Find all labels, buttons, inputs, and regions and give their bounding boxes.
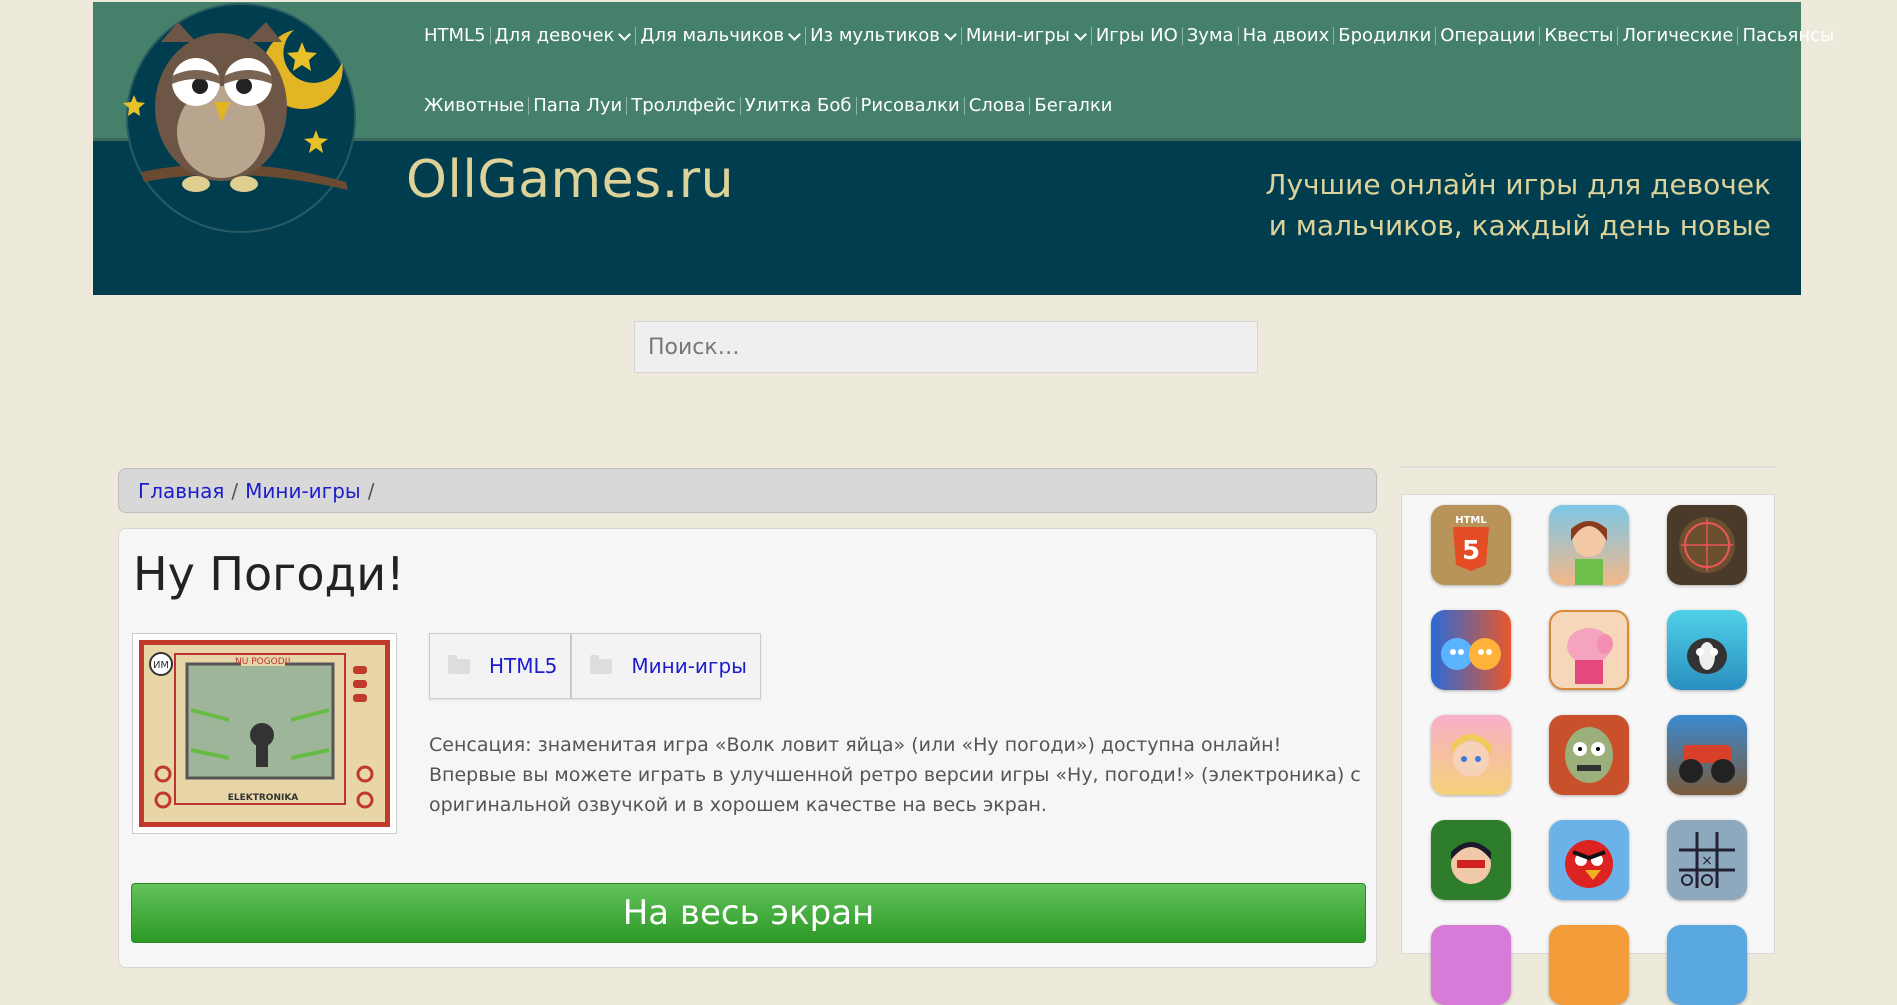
chevron-down-icon [1073,27,1087,41]
nav-label: Квесты [1544,25,1614,46]
search-input[interactable] [634,321,1258,373]
sidebar-game-grid: HTML 5 × [1401,494,1775,1005]
category-tags: HTML5 Мини-игры [429,633,761,699]
nu-pogodi-image: ИМ NU POGODI! ELEKTRONIKA [139,640,390,827]
game-icon-partial[interactable] [1431,925,1511,1005]
nav-item-words[interactable]: Слова [965,97,1031,115]
nav-item-drawing[interactable]: Рисовалки [857,97,965,115]
angry-bird-icon[interactable] [1549,820,1629,900]
folder-icon [590,654,613,674]
sidebar-divider [1401,466,1775,468]
nav-label: Бродилки [1338,25,1432,46]
breadcrumb-section-link[interactable]: Мини-игры [245,479,361,503]
nav-row-2: Животные Папа Луи Троллфейс Улитка Боб Р… [420,94,1116,118]
site-tagline: Лучшие онлайн игры для девочек и мальчик… [1265,168,1771,242]
html5-badge-text: HTML [1455,515,1487,526]
nav-item-io-games[interactable]: Игры ИО [1092,27,1183,45]
nav-label: Пасьянсы [1742,25,1835,46]
nav-item-quests[interactable]: Квесты [1540,25,1619,46]
nav-item-snail-bob[interactable]: Улитка Боб [741,97,857,115]
html5-number-text: 5 [1462,536,1480,566]
nav-label: Зума [1186,25,1234,46]
svg-text:×: × [1701,853,1713,869]
nav-item-adventure[interactable]: Бродилки [1334,25,1437,46]
breadcrumb-separator: / [231,478,239,503]
princess-icon[interactable] [1549,505,1629,585]
nav-item-girls[interactable]: Для девочек [491,27,637,45]
page-title: Ну Погоди! [133,547,405,601]
category-tag-html5[interactable]: HTML5 [429,633,572,699]
zombie-icon[interactable] [1549,715,1629,795]
sniper-icon[interactable] [1667,505,1747,585]
nav-item-two-player[interactable]: На двоих [1239,27,1335,45]
nav-item-runners[interactable]: Бегалки [1030,97,1116,115]
nav-label: Операции [1440,25,1536,46]
breadcrumb-separator: / [367,478,375,503]
doll-icon[interactable] [1431,715,1511,795]
monster-truck-icon[interactable] [1667,715,1747,795]
nav-row-1: HTML5 Для девочек Для мальчиков Из мульт… [420,24,1838,48]
nav-item-logic[interactable]: Логические [1618,25,1739,46]
nav-label: Для мальчиков [640,25,785,46]
breadcrumb: Главная / Мини-игры / [118,468,1377,513]
html5-icon[interactable]: HTML 5 [1431,505,1511,585]
nav-label: Из мультиков [810,25,940,46]
svg-text:ИМ: ИМ [153,660,169,671]
site-name[interactable]: OllGames.ru [406,150,734,210]
nav-item-solitaire[interactable]: Пасьянсы [1738,27,1838,45]
chevron-down-icon [943,27,957,41]
nav-item-mini-games[interactable]: Мини-игры [962,27,1092,45]
game-panel: Ну Погоди! ИМ NU POGODI! ELEKTRONIKA HTM… [118,528,1377,968]
nav-label: На двоих [1242,25,1330,46]
category-label: Мини-игры [631,654,747,678]
nav-item-html5[interactable]: HTML5 [420,27,491,45]
thumb-bottom-text: ELEKTRONIKA [228,793,299,803]
nav-label: Для девочек [494,25,615,46]
breadcrumb-home-link[interactable]: Главная [138,479,224,503]
ladybug-icon[interactable] [1431,820,1511,900]
fullscreen-button[interactable]: На весь экран [131,883,1366,943]
thumb-title-text: NU POGODI! [235,657,291,667]
nav-label: Логические [1622,25,1734,46]
nav-label: HTML5 [424,25,486,46]
nav-label: Игры ИО [1095,25,1178,46]
peppa-icon[interactable] [1549,610,1629,690]
nav-item-animals[interactable]: Животные [420,97,530,115]
nav-label: Мини-игры [965,25,1070,46]
game-icon-partial[interactable] [1549,925,1629,1005]
category-tag-mini-games[interactable]: Мини-игры [571,633,761,699]
game-icon-partial[interactable] [1667,925,1747,1005]
chevron-down-icon [788,27,801,41]
fire-water-icon[interactable] [1431,610,1511,690]
owl-logo-icon[interactable] [116,2,356,234]
folder-icon [448,654,470,674]
nav-item-zuma[interactable]: Зума [1183,27,1239,45]
nav-item-cartoons[interactable]: Из мультиков [806,27,962,45]
skunk-icon[interactable] [1667,610,1747,690]
site-header: HTML5 Для девочек Для мальчиков Из мульт… [93,2,1834,295]
nav-item-boys[interactable]: Для мальчиков [636,25,807,46]
game-thumbnail[interactable]: ИМ NU POGODI! ELEKTRONIKA [132,633,397,834]
tic-tac-toe-icon[interactable]: × [1667,820,1747,900]
nav-item-papa-louie[interactable]: Папа Луи [529,97,628,115]
category-label: HTML5 [489,654,558,678]
chevron-down-icon [618,27,632,41]
nav-item-trollface[interactable]: Троллфейс [627,97,741,115]
nav-item-surgery[interactable]: Операции [1436,25,1541,46]
game-description: Сенсация: знаменитая игра «Волк ловит яй… [429,734,1361,816]
